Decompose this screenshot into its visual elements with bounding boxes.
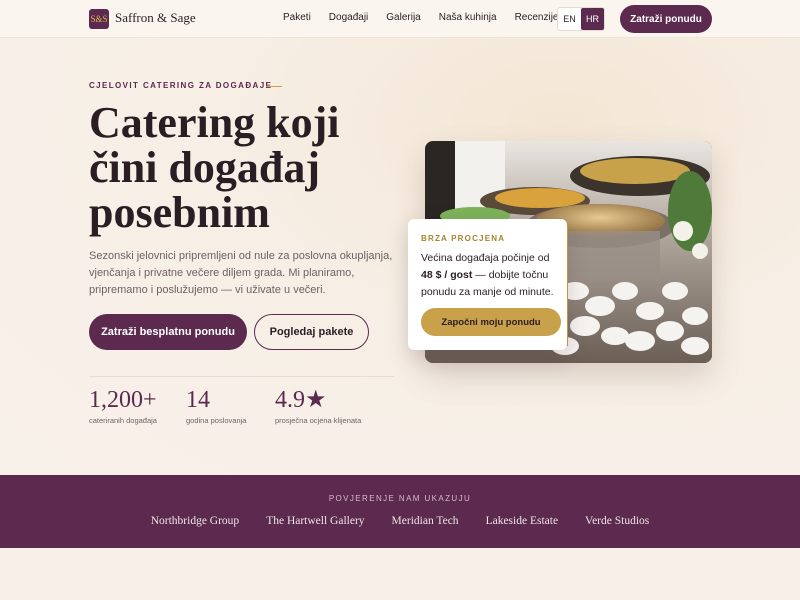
hero-subtitle: Sezonski jelovnici pripremljeni od nule … [89, 250, 393, 296]
view-packages-button[interactable]: Pogledaj pakete [254, 314, 369, 350]
hero-title-line-2: čini događaj [89, 143, 321, 192]
stat-years: 14 godina poslovanja [186, 386, 246, 425]
card-text-before: Većina događaja počinje od [421, 252, 550, 264]
request-free-quote-button[interactable]: Zatraži besplatnu ponudu [89, 314, 247, 350]
hero-eyebrow: CJELOVIT CATERING ZA DOGAĐAJE [89, 81, 273, 90]
logo-mark[interactable]: S&S [89, 9, 109, 29]
client-name: Verde Studios [585, 515, 650, 527]
eyebrow-line [266, 86, 282, 87]
card-title: BRZA PROCJENA [421, 234, 506, 243]
hero-title-line-1: Catering koji [89, 98, 340, 147]
stat-value: 4.9★ [275, 387, 327, 413]
trusted-by-section: POVJERENJE NAM UKAZUJU Northbridge Group… [0, 475, 800, 548]
stat-label: godina poslovanja [186, 416, 247, 425]
stat-rating: 4.9★ prosječna ocjena klijenata [275, 386, 361, 425]
lang-option-hr[interactable]: HR [581, 8, 604, 30]
nav-item-recenzije[interactable]: Recenzije [515, 12, 559, 23]
nav-item-paketi[interactable]: Paketi [283, 12, 311, 23]
nav-item-galerija[interactable]: Galerija [386, 12, 420, 23]
client-name: Meridian Tech [391, 515, 459, 527]
quick-estimate-card: BRZA PROCJENA Većina događaja počinje od… [408, 219, 567, 350]
hero-title-line-3: posebnim [89, 188, 270, 237]
language-switcher: EN HR [557, 7, 605, 31]
request-quote-button[interactable]: Zatraži ponudu [620, 5, 712, 33]
client-name: Northbridge Group [150, 515, 240, 527]
client-name: Lakeside Estate [485, 515, 559, 527]
stat-value: 14 [186, 387, 210, 413]
stat-events: 1,200+ cateriranih događaja [89, 386, 157, 425]
start-quote-button[interactable]: Započni moju ponudu [421, 308, 561, 336]
card-price: 48 $ / gost [421, 269, 473, 281]
client-name: The Hartwell Gallery [266, 515, 365, 527]
stats-divider [89, 376, 394, 377]
client-list: Northbridge Group The Hartwell Gallery M… [0, 515, 800, 527]
page-bottom [0, 548, 800, 600]
stat-value: 1,200+ [89, 387, 157, 413]
stat-label: prosječna ocjena klijenata [275, 416, 362, 425]
nav-item-dogadaji[interactable]: Događaji [329, 12, 368, 23]
trusted-title: POVJERENJE NAM UKAZUJU [328, 494, 472, 503]
stat-label: cateriranih događaja [89, 416, 157, 425]
site-header: S&S Saffron & Sage Paketi Događaji Galer… [0, 0, 800, 38]
nav-item-nasa-kuhinja[interactable]: Naša kuhinja [439, 12, 497, 23]
brand-name[interactable]: Saffron & Sage [115, 10, 196, 26]
card-text: Većina događaja počinje od 48 $ / gost —… [421, 250, 559, 301]
lang-option-en[interactable]: EN [558, 8, 581, 30]
main-nav: Paketi Događaji Galerija Naša kuhinja Re… [283, 12, 558, 23]
hero-title: Catering koji čini događaj posebnim [89, 100, 389, 235]
